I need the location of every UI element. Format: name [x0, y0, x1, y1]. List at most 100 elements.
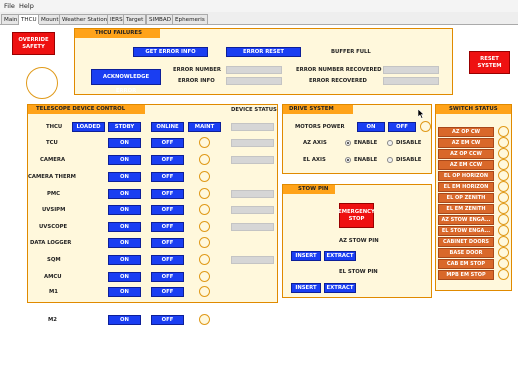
az-enable-radio[interactable] — [345, 140, 351, 146]
acknowledge-error-button[interactable]: ACKNOWLEDGE ERROR — [91, 69, 161, 94]
device-label-m1: M1 — [49, 289, 58, 295]
tab-mount[interactable]: Mount — [38, 14, 62, 24]
switch-base-door: BASE DOOR — [438, 248, 494, 258]
m2-status-indicator — [199, 314, 210, 325]
az-stow-insert-button[interactable]: INSERT — [291, 251, 321, 261]
thcu-failures-panel: THCU FAILURES GET ERROR INFO ERROR RESET… — [74, 28, 453, 95]
az-disable-radio[interactable] — [387, 140, 393, 146]
error-reset-button[interactable]: ERROR RESET — [226, 47, 301, 57]
error-number-recovered-field — [383, 66, 439, 74]
switch-az-op-ccw: AZ OP CCW — [438, 149, 494, 159]
switch-cab-em-stop: CAB EM STOP — [438, 259, 494, 269]
error-info-label: ERROR INFO — [178, 78, 215, 84]
switch-el-op-horizon-indicator — [498, 170, 509, 181]
amcu-on-button[interactable]: ON — [108, 272, 141, 282]
switch-az-stow-engaged-indicator — [498, 214, 509, 225]
switch-status-panel: SWITCH STATUS AZ OP CW AZ EM CW AZ OP CC… — [435, 104, 512, 291]
tcu-on-button[interactable]: ON — [108, 138, 141, 148]
uvsipm-off-button[interactable]: OFF — [151, 205, 184, 215]
tab-weather-station[interactable]: Weather Station — [59, 14, 111, 24]
device-label-uvscope: UVSCOPE — [39, 224, 68, 230]
az-stow-extract-button[interactable]: EXTRACT — [324, 251, 356, 261]
el-disable-radio[interactable] — [387, 157, 393, 163]
tcu-status-indicator — [199, 137, 210, 148]
camera-therm-on-button[interactable]: ON — [108, 172, 141, 182]
device-status-header: DEVICE STATUS — [231, 107, 277, 113]
device-label-tcu: TCU — [46, 140, 58, 146]
switch-az-op-cw: AZ OP CW — [438, 127, 494, 137]
camera-status-field — [231, 156, 274, 164]
el-enable-label: ENABLE — [354, 157, 378, 163]
thcu-row-label: THCU — [46, 124, 63, 130]
thcu-loaded-button[interactable]: LOADED — [72, 122, 105, 132]
uvscope-status-field — [231, 223, 274, 231]
pmc-on-button[interactable]: ON — [108, 189, 141, 199]
thcu-stdby-button[interactable]: STDBY — [108, 122, 141, 132]
tab-ephemeris[interactable]: Ephemeris — [172, 14, 208, 24]
data-logger-off-button[interactable]: OFF — [151, 238, 184, 248]
m1-on-button[interactable]: ON — [108, 287, 141, 297]
motors-power-label: MOTORS POWER — [295, 124, 345, 130]
tab-simbad[interactable]: SIMBAD — [146, 14, 174, 24]
stow-pin-panel: STOW PIN EMERGENCY STOP AZ STOW PIN INSE… — [282, 184, 432, 298]
uvsipm-on-button[interactable]: ON — [108, 205, 141, 215]
motors-on-button[interactable]: ON — [357, 122, 385, 132]
tcu-off-button[interactable]: OFF — [151, 138, 184, 148]
menu-bar: File Help — [0, 0, 518, 12]
sqm-on-button[interactable]: ON — [108, 255, 141, 265]
reset-system-button[interactable]: RESET SYSTEM — [469, 51, 510, 74]
tab-thcu[interactable]: THCU — [18, 14, 40, 25]
data-logger-on-button[interactable]: ON — [108, 238, 141, 248]
thcu-maint-button[interactable]: MAINT — [188, 122, 221, 132]
device-label-uvsipm: UVSIPM — [42, 207, 66, 213]
sqm-off-button[interactable]: OFF — [151, 255, 184, 265]
el-stow-extract-button[interactable]: EXTRACT — [324, 283, 356, 293]
camera-therm-off-button[interactable]: OFF — [151, 172, 184, 182]
m1-off-button[interactable]: OFF — [151, 287, 184, 297]
tab-target[interactable]: Target — [123, 14, 147, 24]
m2-off-button[interactable]: OFF — [151, 315, 184, 325]
el-axis-label: EL AXIS — [303, 157, 326, 163]
data-logger-status-indicator — [199, 237, 210, 248]
menu-file[interactable]: File — [4, 2, 15, 10]
camera-off-button[interactable]: OFF — [151, 155, 184, 165]
switch-el-em-zenith: EL EM ZENITH — [438, 204, 494, 214]
el-enable-radio[interactable] — [345, 157, 351, 163]
pmc-off-button[interactable]: OFF — [151, 189, 184, 199]
error-number-field — [226, 66, 282, 74]
el-disable-label: DISABLE — [396, 157, 422, 163]
switch-az-op-cw-indicator — [498, 126, 509, 137]
switch-cabinet-doors-indicator — [498, 236, 509, 247]
camera-therm-status-indicator — [199, 171, 210, 182]
menu-help[interactable]: Help — [19, 2, 34, 10]
tcu-status-field — [231, 139, 274, 147]
sqm-status-indicator — [199, 254, 210, 265]
amcu-off-button[interactable]: OFF — [151, 272, 184, 282]
error-recovered-label: ERROR RECOVERED — [309, 78, 367, 84]
uvsipm-status-indicator — [199, 204, 210, 215]
device-label-m2: M2 — [48, 317, 57, 323]
switch-el-em-horizon-indicator — [498, 181, 509, 192]
override-safety-button[interactable]: OVERRIDE SAFETY — [12, 32, 55, 55]
m2-on-button[interactable]: ON — [108, 315, 141, 325]
switch-el-stow-engaged-indicator — [498, 225, 509, 236]
error-info-field — [226, 77, 282, 85]
camera-on-button[interactable]: ON — [108, 155, 141, 165]
az-disable-label: DISABLE — [396, 140, 422, 146]
tab-bar: Main THCU Mount Weather Station IERS Tar… — [0, 12, 518, 25]
el-stow-insert-button[interactable]: INSERT — [291, 283, 321, 293]
emergency-stop-button[interactable]: EMERGENCY STOP — [338, 203, 375, 228]
switch-az-em-ccw-indicator — [498, 159, 509, 170]
uvscope-on-button[interactable]: ON — [108, 222, 141, 232]
motors-off-button[interactable]: OFF — [388, 122, 416, 132]
get-error-info-button[interactable]: GET ERROR INFO — [133, 47, 208, 57]
switch-el-op-horizon: EL OP HORIZON — [438, 171, 494, 181]
thcu-online-button[interactable]: ONLINE — [151, 122, 184, 132]
switch-cabinet-doors: CABINET DOORS — [438, 237, 494, 247]
switch-el-stow-engaged: EL STOW ENGA... — [438, 226, 494, 236]
switch-el-em-zenith-indicator — [498, 203, 509, 214]
motors-status-indicator — [420, 121, 431, 132]
switch-az-em-ccw: AZ EM CCW — [438, 160, 494, 170]
uvscope-off-button[interactable]: OFF — [151, 222, 184, 232]
thcu-status-field — [231, 123, 274, 131]
